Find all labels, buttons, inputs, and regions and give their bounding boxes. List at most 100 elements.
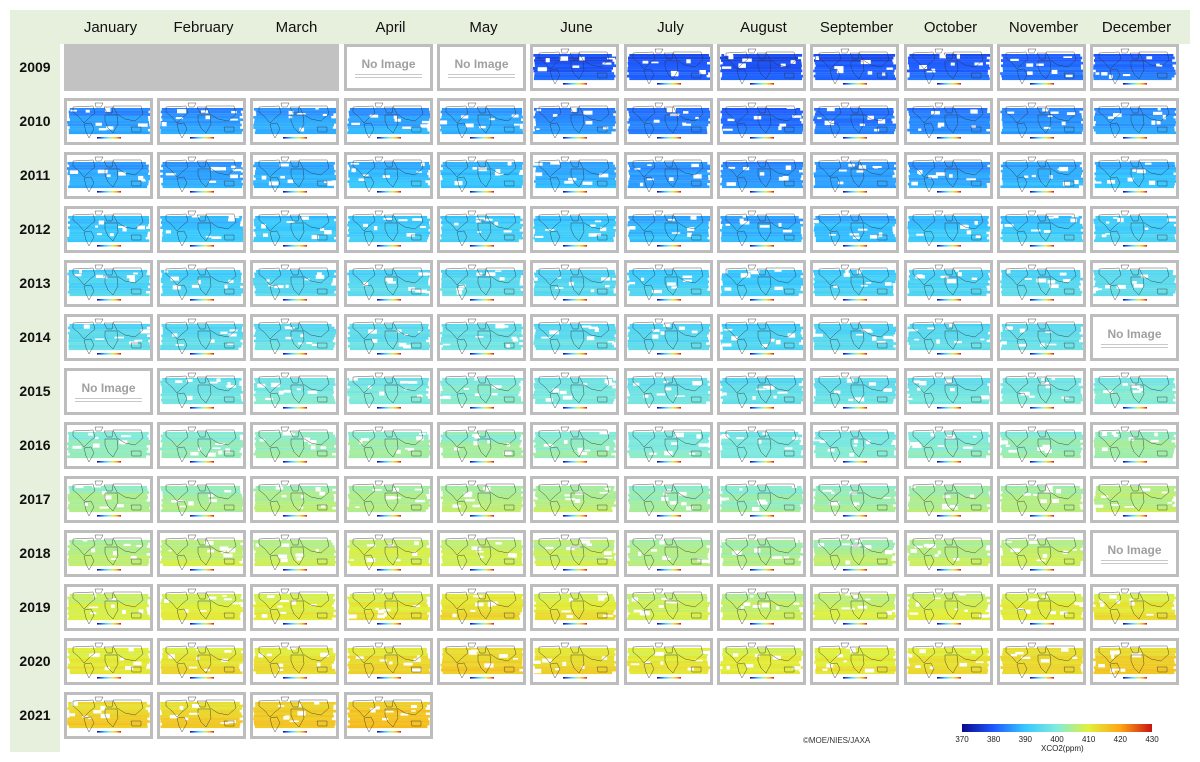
map-thumbnail-2019-april[interactable] — [344, 584, 433, 631]
map-thumbnail-2017-july[interactable] — [624, 476, 713, 523]
map-thumbnail-2014-february[interactable] — [157, 314, 246, 361]
map-thumbnail-2009-september[interactable] — [810, 44, 899, 91]
map-thumbnail-2020-november[interactable] — [997, 638, 1086, 685]
map-thumbnail-2010-may[interactable] — [437, 98, 526, 145]
no-image-placeholder[interactable]: No Image — [1090, 314, 1179, 361]
map-thumbnail-2010-october[interactable] — [904, 98, 993, 145]
map-thumbnail-2010-march[interactable] — [250, 98, 339, 145]
map-thumbnail-2015-march[interactable] — [250, 368, 339, 415]
map-thumbnail-2017-june[interactable] — [530, 476, 619, 523]
map-thumbnail-2019-august[interactable] — [717, 584, 806, 631]
map-thumbnail-2015-february[interactable] — [157, 368, 246, 415]
map-thumbnail-2016-may[interactable] — [437, 422, 526, 469]
map-thumbnail-2016-april[interactable] — [344, 422, 433, 469]
map-thumbnail-2011-august[interactable] — [717, 152, 806, 199]
map-thumbnail-2020-may[interactable] — [437, 638, 526, 685]
no-image-placeholder[interactable]: No Image — [344, 44, 433, 91]
map-thumbnail-2014-may[interactable] — [437, 314, 526, 361]
map-thumbnail-2014-january[interactable] — [64, 314, 153, 361]
map-thumbnail-2018-february[interactable] — [157, 530, 246, 577]
map-thumbnail-2020-september[interactable] — [810, 638, 899, 685]
map-thumbnail-2018-june[interactable] — [530, 530, 619, 577]
map-thumbnail-2011-april[interactable] — [344, 152, 433, 199]
map-thumbnail-2011-february[interactable] — [157, 152, 246, 199]
map-thumbnail-2011-december[interactable] — [1090, 152, 1179, 199]
map-thumbnail-2012-january[interactable] — [64, 206, 153, 253]
map-thumbnail-2019-september[interactable] — [810, 584, 899, 631]
map-thumbnail-2021-february[interactable] — [157, 692, 246, 739]
map-thumbnail-2017-february[interactable] — [157, 476, 246, 523]
map-thumbnail-2019-june[interactable] — [530, 584, 619, 631]
map-thumbnail-2014-september[interactable] — [810, 314, 899, 361]
map-thumbnail-2009-october[interactable] — [904, 44, 993, 91]
map-thumbnail-2018-october[interactable] — [904, 530, 993, 577]
map-thumbnail-2016-march[interactable] — [250, 422, 339, 469]
map-thumbnail-2016-august[interactable] — [717, 422, 806, 469]
map-thumbnail-2010-september[interactable] — [810, 98, 899, 145]
map-thumbnail-2012-april[interactable] — [344, 206, 433, 253]
map-thumbnail-2011-may[interactable] — [437, 152, 526, 199]
map-thumbnail-2017-september[interactable] — [810, 476, 899, 523]
no-image-placeholder[interactable]: No Image — [1090, 530, 1179, 577]
map-thumbnail-2020-march[interactable] — [250, 638, 339, 685]
map-thumbnail-2015-june[interactable] — [530, 368, 619, 415]
map-thumbnail-2015-november[interactable] — [997, 368, 1086, 415]
map-thumbnail-2021-april[interactable] — [344, 692, 433, 739]
map-thumbnail-2018-august[interactable] — [717, 530, 806, 577]
map-thumbnail-2017-january[interactable] — [64, 476, 153, 523]
map-thumbnail-2017-april[interactable] — [344, 476, 433, 523]
map-thumbnail-2010-february[interactable] — [157, 98, 246, 145]
map-thumbnail-2013-august[interactable] — [717, 260, 806, 307]
map-thumbnail-2018-march[interactable] — [250, 530, 339, 577]
map-thumbnail-2016-september[interactable] — [810, 422, 899, 469]
map-thumbnail-2012-december[interactable] — [1090, 206, 1179, 253]
map-thumbnail-2013-january[interactable] — [64, 260, 153, 307]
map-thumbnail-2013-october[interactable] — [904, 260, 993, 307]
map-thumbnail-2013-june[interactable] — [530, 260, 619, 307]
map-thumbnail-2010-august[interactable] — [717, 98, 806, 145]
map-thumbnail-2016-november[interactable] — [997, 422, 1086, 469]
map-thumbnail-2009-november[interactable] — [997, 44, 1086, 91]
map-thumbnail-2011-march[interactable] — [250, 152, 339, 199]
map-thumbnail-2012-may[interactable] — [437, 206, 526, 253]
map-thumbnail-2010-april[interactable] — [344, 98, 433, 145]
map-thumbnail-2013-november[interactable] — [997, 260, 1086, 307]
map-thumbnail-2020-january[interactable] — [64, 638, 153, 685]
map-thumbnail-2017-march[interactable] — [250, 476, 339, 523]
map-thumbnail-2021-january[interactable] — [64, 692, 153, 739]
map-thumbnail-2013-february[interactable] — [157, 260, 246, 307]
map-thumbnail-2019-december[interactable] — [1090, 584, 1179, 631]
map-thumbnail-2017-may[interactable] — [437, 476, 526, 523]
map-thumbnail-2019-july[interactable] — [624, 584, 713, 631]
map-thumbnail-2015-december[interactable] — [1090, 368, 1179, 415]
map-thumbnail-2020-february[interactable] — [157, 638, 246, 685]
map-thumbnail-2015-may[interactable] — [437, 368, 526, 415]
map-thumbnail-2012-september[interactable] — [810, 206, 899, 253]
map-thumbnail-2016-june[interactable] — [530, 422, 619, 469]
map-thumbnail-2010-january[interactable] — [64, 98, 153, 145]
map-thumbnail-2016-october[interactable] — [904, 422, 993, 469]
map-thumbnail-2009-december[interactable] — [1090, 44, 1179, 91]
map-thumbnail-2016-december[interactable] — [1090, 422, 1179, 469]
map-thumbnail-2011-november[interactable] — [997, 152, 1086, 199]
map-thumbnail-2011-september[interactable] — [810, 152, 899, 199]
map-thumbnail-2015-april[interactable] — [344, 368, 433, 415]
map-thumbnail-2020-april[interactable] — [344, 638, 433, 685]
map-thumbnail-2018-january[interactable] — [64, 530, 153, 577]
map-thumbnail-2010-november[interactable] — [997, 98, 1086, 145]
map-thumbnail-2010-july[interactable] — [624, 98, 713, 145]
map-thumbnail-2018-april[interactable] — [344, 530, 433, 577]
map-thumbnail-2014-june[interactable] — [530, 314, 619, 361]
map-thumbnail-2013-march[interactable] — [250, 260, 339, 307]
map-thumbnail-2020-december[interactable] — [1090, 638, 1179, 685]
map-thumbnail-2017-august[interactable] — [717, 476, 806, 523]
map-thumbnail-2019-october[interactable] — [904, 584, 993, 631]
map-thumbnail-2016-january[interactable] — [64, 422, 153, 469]
map-thumbnail-2013-july[interactable] — [624, 260, 713, 307]
map-thumbnail-2013-may[interactable] — [437, 260, 526, 307]
map-thumbnail-2012-february[interactable] — [157, 206, 246, 253]
map-thumbnail-2021-march[interactable] — [250, 692, 339, 739]
map-thumbnail-2020-october[interactable] — [904, 638, 993, 685]
map-thumbnail-2009-june[interactable] — [530, 44, 619, 91]
map-thumbnail-2015-july[interactable] — [624, 368, 713, 415]
